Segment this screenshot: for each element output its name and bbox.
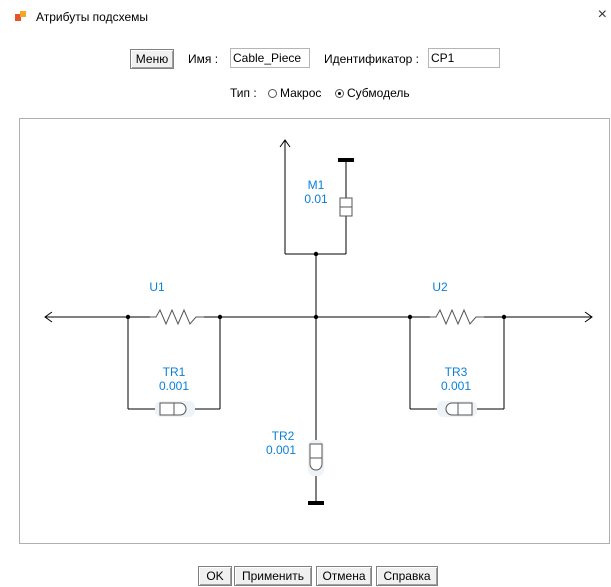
tr1-value: 0.001 [159,379,189,393]
tr3-value: 0.001 [441,379,471,393]
title-bar: Атрибуты подсхемы × [0,0,611,30]
transmission-tr1[interactable] [155,401,195,417]
identifier-field[interactable] [428,48,500,68]
tr1-name: TR1 [163,365,186,379]
tr2-name: TR2 [272,429,295,443]
u2-name: U2 [432,280,448,294]
tr3-name: TR3 [445,365,468,379]
apply-button[interactable]: Применить [234,566,312,586]
window-title: Атрибуты подсхемы [36,10,149,24]
radio-macro-label[interactable]: Макрос [280,86,321,100]
u1-name: U1 [149,280,165,294]
identifier-label: Идентификатор : [324,52,420,66]
menu-button[interactable]: Меню [130,49,174,69]
resistor-u1[interactable] [150,308,204,326]
m1-value: 0.01 [304,192,328,206]
app-icon [15,11,26,21]
radio-submodel[interactable] [335,89,344,98]
schematic-canvas[interactable]: M1 0.01 U1 U2 TR1 0.001 TR3 0.001 TR2 0.… [19,118,610,544]
type-label: Тип : [230,86,257,100]
radio-macro[interactable] [268,89,277,98]
m1-name: M1 [308,178,325,192]
transmission-tr3[interactable] [437,401,477,417]
cancel-button[interactable]: Отмена [316,566,372,586]
close-icon[interactable]: × [598,6,607,24]
name-field[interactable] [230,48,310,68]
resistor-u2[interactable] [430,308,484,326]
radio-submodel-label[interactable]: Субмодель [347,86,410,100]
schematic-diagram: M1 0.01 U1 U2 TR1 0.001 TR3 0.001 TR2 0.… [44,139,593,505]
help-button[interactable]: Справка [376,566,438,586]
tr2-value: 0.001 [266,443,296,457]
ok-button[interactable]: OK [198,566,232,586]
name-label: Имя : [188,52,219,66]
